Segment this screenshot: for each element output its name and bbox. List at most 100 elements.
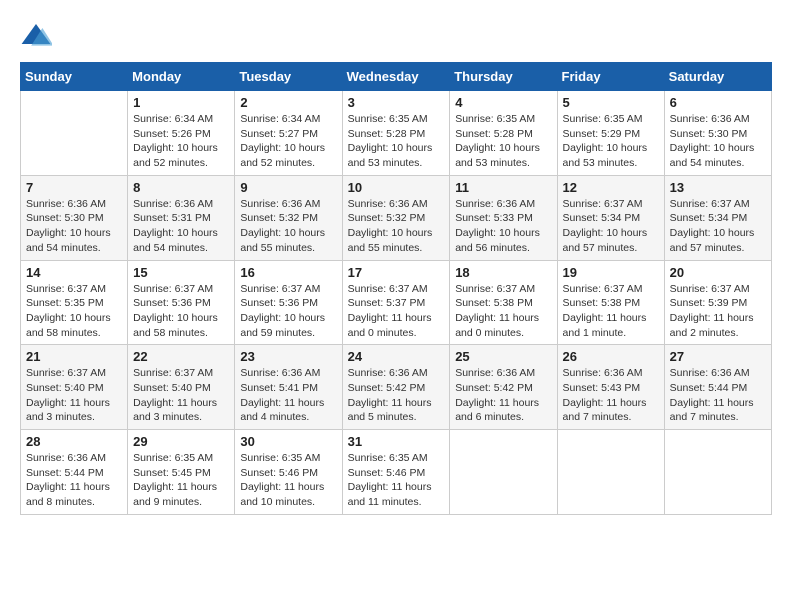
- day-info: Sunrise: 6:36 AM Sunset: 5:30 PM Dayligh…: [26, 197, 122, 256]
- calendar-cell: 1Sunrise: 6:34 AM Sunset: 5:26 PM Daylig…: [128, 91, 235, 176]
- calendar-cell: 17 Sunrise: 6:37 AM Sunset: 5:37 PM Dayli…: [342, 260, 450, 345]
- calendar-cell: 26 Sunrise: 6:36 AM Sunset: 5:43 PM Dayli…: [557, 345, 664, 430]
- day-number: 26: [563, 349, 659, 364]
- day-number: 3: [348, 95, 445, 110]
- day-info: Sunrise: 6:36 AM Sunset: 5:41 PM Dayligh…: [240, 366, 336, 425]
- weekday-header-sunday: Sunday: [21, 63, 128, 91]
- day-number: 4: [455, 95, 551, 110]
- calendar-week-3: 14Sunrise: 6:37 AM Sunset: 5:35 PM Dayli…: [21, 260, 772, 345]
- day-number: 25: [455, 349, 551, 364]
- header-area: [20, 20, 772, 52]
- day-info: Sunrise: 6:36 AM Sunset: 5:32 PM Dayligh…: [348, 197, 445, 256]
- calendar-cell: [450, 430, 557, 515]
- calendar-cell: 3Sunrise: 6:35 AM Sunset: 5:28 PM Daylig…: [342, 91, 450, 176]
- day-info: Sunrise: 6:37 AM Sunset: 5:34 PM Dayligh…: [563, 197, 659, 256]
- calendar-cell: 31 Sunrise: 6:35 AM Sunset: 5:46 PM Dayli…: [342, 430, 450, 515]
- calendar-cell: [21, 91, 128, 176]
- calendar-cell: 30 Sunrise: 6:35 AM Sunset: 5:46 PM Dayli…: [235, 430, 342, 515]
- day-number: 17: [348, 265, 445, 280]
- day-number: 21: [26, 349, 122, 364]
- day-info: Sunrise: 6:37 AM Sunset: 5:40 PM Dayligh…: [133, 366, 229, 425]
- day-number: 2: [240, 95, 336, 110]
- weekday-header-wednesday: Wednesday: [342, 63, 450, 91]
- calendar-cell: 8 Sunrise: 6:36 AM Sunset: 5:31 PM Daylig…: [128, 175, 235, 260]
- day-number: 8: [133, 180, 229, 195]
- day-info: Sunrise: 6:36 AM Sunset: 5:31 PM Dayligh…: [133, 197, 229, 256]
- day-info: Sunrise: 6:37 AM Sunset: 5:40 PM Dayligh…: [26, 366, 122, 425]
- calendar-cell: 14Sunrise: 6:37 AM Sunset: 5:35 PM Dayli…: [21, 260, 128, 345]
- logo-icon: [20, 20, 52, 52]
- day-number: 11: [455, 180, 551, 195]
- day-number: 18: [455, 265, 551, 280]
- calendar-cell: 22Sunrise: 6:37 AM Sunset: 5:40 PM Dayli…: [128, 345, 235, 430]
- day-number: 31: [348, 434, 445, 449]
- day-number: 23: [240, 349, 336, 364]
- day-number: 6: [670, 95, 766, 110]
- calendar-cell: 25 Sunrise: 6:36 AM Sunset: 5:42 PM Dayli…: [450, 345, 557, 430]
- calendar-table: SundayMondayTuesdayWednesdayThursdayFrid…: [20, 62, 772, 515]
- calendar-cell: 11 Sunrise: 6:36 AM Sunset: 5:33 PM Dayli…: [450, 175, 557, 260]
- day-number: 24: [348, 349, 445, 364]
- day-info: Sunrise: 6:37 AM Sunset: 5:39 PM Dayligh…: [670, 282, 766, 341]
- calendar-cell: 9 Sunrise: 6:36 AM Sunset: 5:32 PM Daylig…: [235, 175, 342, 260]
- day-number: 13: [670, 180, 766, 195]
- day-number: 10: [348, 180, 445, 195]
- day-info: Sunrise: 6:36 AM Sunset: 5:30 PM Dayligh…: [670, 112, 766, 171]
- day-info: Sunrise: 6:35 AM Sunset: 5:46 PM Dayligh…: [348, 451, 445, 510]
- day-info: Sunrise: 6:36 AM Sunset: 5:44 PM Dayligh…: [670, 366, 766, 425]
- day-number: 9: [240, 180, 336, 195]
- weekday-header-tuesday: Tuesday: [235, 63, 342, 91]
- calendar-cell: 12 Sunrise: 6:37 AM Sunset: 5:34 PM Dayli…: [557, 175, 664, 260]
- day-info: Sunrise: 6:35 AM Sunset: 5:28 PM Dayligh…: [455, 112, 551, 171]
- calendar-week-4: 21 Sunrise: 6:37 AM Sunset: 5:40 PM Dayli…: [21, 345, 772, 430]
- calendar-cell: 4 Sunrise: 6:35 AM Sunset: 5:28 PM Daylig…: [450, 91, 557, 176]
- calendar-cell: 23 Sunrise: 6:36 AM Sunset: 5:41 PM Dayli…: [235, 345, 342, 430]
- day-number: 15: [133, 265, 229, 280]
- day-info: Sunrise: 6:36 AM Sunset: 5:42 PM Dayligh…: [348, 366, 445, 425]
- day-info: Sunrise: 6:36 AM Sunset: 5:42 PM Dayligh…: [455, 366, 551, 425]
- calendar-cell: 15 Sunrise: 6:37 AM Sunset: 5:36 PM Dayli…: [128, 260, 235, 345]
- day-info: Sunrise: 6:37 AM Sunset: 5:36 PM Dayligh…: [133, 282, 229, 341]
- weekday-header-friday: Friday: [557, 63, 664, 91]
- day-number: 16: [240, 265, 336, 280]
- day-number: 7: [26, 180, 122, 195]
- calendar-cell: 21 Sunrise: 6:37 AM Sunset: 5:40 PM Dayli…: [21, 345, 128, 430]
- day-info: Sunrise: 6:35 AM Sunset: 5:29 PM Dayligh…: [563, 112, 659, 171]
- calendar-week-5: 28 Sunrise: 6:36 AM Sunset: 5:44 PM Dayli…: [21, 430, 772, 515]
- page-container: SundayMondayTuesdayWednesdayThursdayFrid…: [20, 20, 772, 515]
- calendar-cell: 28 Sunrise: 6:36 AM Sunset: 5:44 PM Dayli…: [21, 430, 128, 515]
- calendar-cell: 19 Sunrise: 6:37 AM Sunset: 5:38 PM Dayli…: [557, 260, 664, 345]
- calendar-cell: 18Sunrise: 6:37 AM Sunset: 5:38 PM Dayli…: [450, 260, 557, 345]
- day-info: Sunrise: 6:36 AM Sunset: 5:33 PM Dayligh…: [455, 197, 551, 256]
- calendar-cell: [664, 430, 771, 515]
- calendar-cell: 20 Sunrise: 6:37 AM Sunset: 5:39 PM Dayli…: [664, 260, 771, 345]
- logo: [20, 20, 56, 52]
- day-info: Sunrise: 6:37 AM Sunset: 5:36 PM Dayligh…: [240, 282, 336, 341]
- calendar-cell: [557, 430, 664, 515]
- calendar-cell: 2 Sunrise: 6:34 AM Sunset: 5:27 PM Daylig…: [235, 91, 342, 176]
- day-info: Sunrise: 6:35 AM Sunset: 5:46 PM Dayligh…: [240, 451, 336, 510]
- calendar-cell: 10 Sunrise: 6:36 AM Sunset: 5:32 PM Dayli…: [342, 175, 450, 260]
- day-info: Sunrise: 6:36 AM Sunset: 5:44 PM Dayligh…: [26, 451, 122, 510]
- calendar-cell: 6 Sunrise: 6:36 AM Sunset: 5:30 PM Daylig…: [664, 91, 771, 176]
- day-info: Sunrise: 6:37 AM Sunset: 5:34 PM Dayligh…: [670, 197, 766, 256]
- weekday-header-thursday: Thursday: [450, 63, 557, 91]
- day-number: 20: [670, 265, 766, 280]
- day-info: Sunrise: 6:36 AM Sunset: 5:43 PM Dayligh…: [563, 366, 659, 425]
- day-number: 28: [26, 434, 122, 449]
- day-number: 12: [563, 180, 659, 195]
- day-info: Sunrise: 6:34 AM Sunset: 5:27 PM Dayligh…: [240, 112, 336, 171]
- day-number: 19: [563, 265, 659, 280]
- day-number: 14: [26, 265, 122, 280]
- day-number: 30: [240, 434, 336, 449]
- day-info: Sunrise: 6:37 AM Sunset: 5:37 PM Dayligh…: [348, 282, 445, 341]
- calendar-week-1: 1Sunrise: 6:34 AM Sunset: 5:26 PM Daylig…: [21, 91, 772, 176]
- day-number: 1: [133, 95, 229, 110]
- day-info: Sunrise: 6:36 AM Sunset: 5:32 PM Dayligh…: [240, 197, 336, 256]
- day-info: Sunrise: 6:37 AM Sunset: 5:38 PM Dayligh…: [563, 282, 659, 341]
- calendar-cell: 27Sunrise: 6:36 AM Sunset: 5:44 PM Dayli…: [664, 345, 771, 430]
- weekday-header-saturday: Saturday: [664, 63, 771, 91]
- calendar-cell: 5Sunrise: 6:35 AM Sunset: 5:29 PM Daylig…: [557, 91, 664, 176]
- calendar-cell: 16 Sunrise: 6:37 AM Sunset: 5:36 PM Dayli…: [235, 260, 342, 345]
- weekday-header-monday: Monday: [128, 63, 235, 91]
